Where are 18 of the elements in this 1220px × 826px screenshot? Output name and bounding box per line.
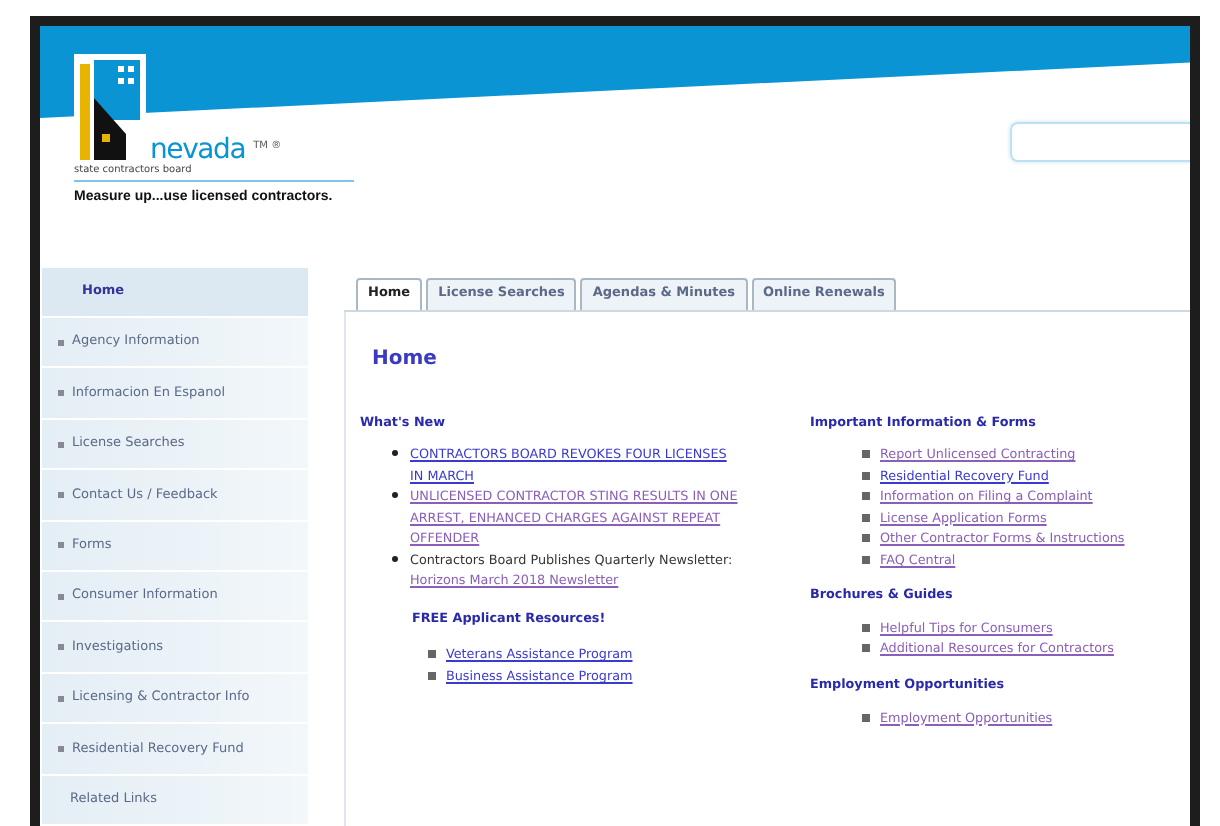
bullet-icon (862, 623, 870, 632)
bullet-icon (862, 644, 870, 653)
bullet-icon (862, 471, 870, 480)
page-title: Home (370, 345, 439, 374)
bullet-icon (392, 555, 398, 562)
bullet-icon (862, 450, 870, 459)
bullet-icon (862, 713, 870, 722)
bullet-icon (862, 513, 870, 522)
bullet-icon (862, 492, 870, 501)
bullet-icon (392, 492, 398, 499)
bullet-icon (862, 555, 870, 564)
bullet-icon (428, 671, 436, 680)
building-logo-icon (74, 54, 146, 166)
search-field[interactable] (1010, 122, 1190, 162)
bullet-icon (862, 534, 870, 543)
bullet-icon (428, 650, 436, 659)
bullet-icon (392, 450, 398, 457)
logo-wordmark: nevada (150, 136, 246, 164)
